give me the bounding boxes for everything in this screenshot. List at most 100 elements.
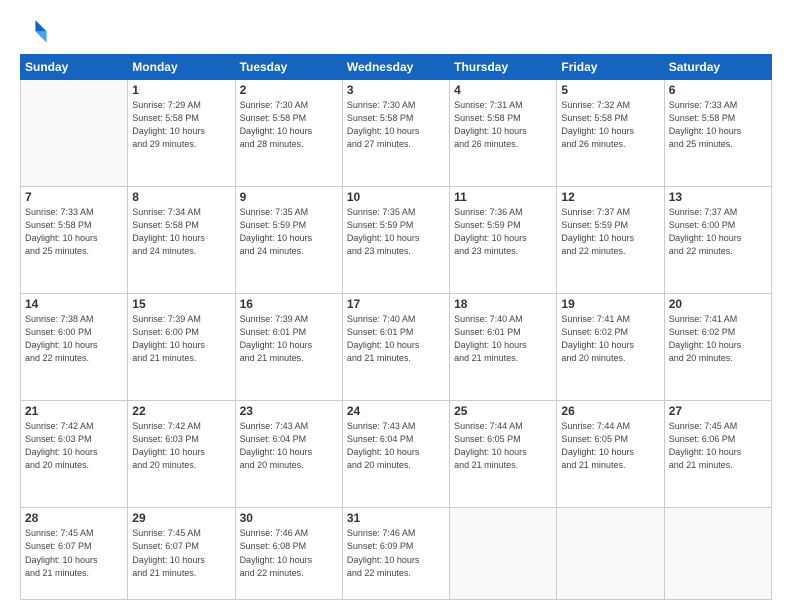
calendar-day-cell	[557, 508, 664, 600]
day-number: 4	[454, 83, 552, 97]
day-number: 8	[132, 190, 230, 204]
day-info: Sunrise: 7:39 AM Sunset: 6:01 PM Dayligh…	[240, 313, 338, 365]
calendar-day-cell: 23 Sunrise: 7:43 AM Sunset: 6:04 PM Dayli…	[235, 401, 342, 508]
calendar-day-cell: 28Sunrise: 7:45 AM Sunset: 6:07 PM Dayli…	[21, 508, 128, 600]
calendar-week-row: 1 Sunrise: 7:29 AM Sunset: 5:58 PM Daylig…	[21, 80, 772, 187]
calendar-day-cell	[450, 508, 557, 600]
day-info: Sunrise: 7:36 AM Sunset: 5:59 PM Dayligh…	[454, 206, 552, 258]
weekday-header: Monday	[128, 55, 235, 80]
day-number: 26	[561, 404, 659, 418]
day-info: Sunrise: 7:44 AM Sunset: 6:05 PM Dayligh…	[561, 420, 659, 472]
calendar-day-cell: 7 Sunrise: 7:33 AM Sunset: 5:58 PM Daylig…	[21, 187, 128, 294]
weekday-header: Friday	[557, 55, 664, 80]
day-info: Sunrise: 7:41 AM Sunset: 6:02 PM Dayligh…	[669, 313, 767, 365]
day-number: 5	[561, 83, 659, 97]
logo-icon	[20, 16, 48, 44]
day-number: 11	[454, 190, 552, 204]
calendar-day-cell: 17 Sunrise: 7:40 AM Sunset: 6:01 PM Dayli…	[342, 294, 449, 401]
day-number: 16	[240, 297, 338, 311]
day-number: 28	[25, 511, 123, 525]
day-info: Sunrise: 7:32 AM Sunset: 5:58 PM Dayligh…	[561, 99, 659, 151]
calendar-day-cell: 14Sunrise: 7:38 AM Sunset: 6:00 PM Dayli…	[21, 294, 128, 401]
day-info: Sunrise: 7:30 AM Sunset: 5:58 PM Dayligh…	[347, 99, 445, 151]
day-info: Sunrise: 7:43 AM Sunset: 6:04 PM Dayligh…	[347, 420, 445, 472]
day-number: 10	[347, 190, 445, 204]
day-number: 7	[25, 190, 123, 204]
day-info: Sunrise: 7:37 AM Sunset: 6:00 PM Dayligh…	[669, 206, 767, 258]
calendar-day-cell: 30 Sunrise: 7:46 AM Sunset: 6:08 PM Dayli…	[235, 508, 342, 600]
day-number: 29	[132, 511, 230, 525]
day-info: Sunrise: 7:40 AM Sunset: 6:01 PM Dayligh…	[347, 313, 445, 365]
calendar-day-cell: 24 Sunrise: 7:43 AM Sunset: 6:04 PM Dayli…	[342, 401, 449, 508]
calendar-day-cell: 3Sunrise: 7:30 AM Sunset: 5:58 PM Daylig…	[342, 80, 449, 187]
day-number: 20	[669, 297, 767, 311]
calendar-day-cell: 25 Sunrise: 7:44 AM Sunset: 6:05 PM Dayli…	[450, 401, 557, 508]
calendar-day-cell: 15 Sunrise: 7:39 AM Sunset: 6:00 PM Dayli…	[128, 294, 235, 401]
calendar-day-cell	[21, 80, 128, 187]
calendar-day-cell: 4 Sunrise: 7:31 AM Sunset: 5:58 PM Daylig…	[450, 80, 557, 187]
day-number: 12	[561, 190, 659, 204]
calendar-day-cell: 26 Sunrise: 7:44 AM Sunset: 6:05 PM Dayli…	[557, 401, 664, 508]
day-info: Sunrise: 7:34 AM Sunset: 5:58 PM Dayligh…	[132, 206, 230, 258]
calendar-day-cell: 8 Sunrise: 7:34 AM Sunset: 5:58 PM Daylig…	[128, 187, 235, 294]
day-info: Sunrise: 7:46 AM Sunset: 6:08 PM Dayligh…	[240, 527, 338, 579]
calendar-header-row: SundayMondayTuesdayWednesdayThursdayFrid…	[21, 55, 772, 80]
calendar-day-cell: 6Sunrise: 7:33 AM Sunset: 5:58 PM Daylig…	[664, 80, 771, 187]
day-number: 14	[25, 297, 123, 311]
calendar-day-cell: 22 Sunrise: 7:42 AM Sunset: 6:03 PM Dayli…	[128, 401, 235, 508]
day-number: 19	[561, 297, 659, 311]
calendar-week-row: 14Sunrise: 7:38 AM Sunset: 6:00 PM Dayli…	[21, 294, 772, 401]
day-info: Sunrise: 7:37 AM Sunset: 5:59 PM Dayligh…	[561, 206, 659, 258]
day-number: 24	[347, 404, 445, 418]
calendar-day-cell: 10 Sunrise: 7:35 AM Sunset: 5:59 PM Dayli…	[342, 187, 449, 294]
calendar-day-cell	[664, 508, 771, 600]
day-number: 17	[347, 297, 445, 311]
day-info: Sunrise: 7:43 AM Sunset: 6:04 PM Dayligh…	[240, 420, 338, 472]
calendar-day-cell: 20 Sunrise: 7:41 AM Sunset: 6:02 PM Dayli…	[664, 294, 771, 401]
day-number: 22	[132, 404, 230, 418]
calendar-day-cell: 29 Sunrise: 7:45 AM Sunset: 6:07 PM Dayli…	[128, 508, 235, 600]
day-info: Sunrise: 7:42 AM Sunset: 6:03 PM Dayligh…	[25, 420, 123, 472]
day-number: 13	[669, 190, 767, 204]
day-info: Sunrise: 7:35 AM Sunset: 5:59 PM Dayligh…	[347, 206, 445, 258]
weekday-header: Wednesday	[342, 55, 449, 80]
calendar-day-cell: 19 Sunrise: 7:41 AM Sunset: 6:02 PM Dayli…	[557, 294, 664, 401]
day-number: 1	[132, 83, 230, 97]
day-info: Sunrise: 7:39 AM Sunset: 6:00 PM Dayligh…	[132, 313, 230, 365]
calendar-day-cell: 18Sunrise: 7:40 AM Sunset: 6:01 PM Dayli…	[450, 294, 557, 401]
calendar-table: SundayMondayTuesdayWednesdayThursdayFrid…	[20, 54, 772, 600]
calendar-day-cell: 1 Sunrise: 7:29 AM Sunset: 5:58 PM Daylig…	[128, 80, 235, 187]
day-info: Sunrise: 7:29 AM Sunset: 5:58 PM Dayligh…	[132, 99, 230, 151]
day-number: 23	[240, 404, 338, 418]
day-number: 15	[132, 297, 230, 311]
calendar-day-cell: 31 Sunrise: 7:46 AM Sunset: 6:09 PM Dayli…	[342, 508, 449, 600]
day-number: 30	[240, 511, 338, 525]
day-number: 2	[240, 83, 338, 97]
weekday-header: Saturday	[664, 55, 771, 80]
day-info: Sunrise: 7:41 AM Sunset: 6:02 PM Dayligh…	[561, 313, 659, 365]
calendar-day-cell: 13 Sunrise: 7:37 AM Sunset: 6:00 PM Dayli…	[664, 187, 771, 294]
calendar-week-row: 21 Sunrise: 7:42 AM Sunset: 6:03 PM Dayli…	[21, 401, 772, 508]
page: SundayMondayTuesdayWednesdayThursdayFrid…	[0, 0, 792, 612]
day-number: 31	[347, 511, 445, 525]
weekday-header: Sunday	[21, 55, 128, 80]
calendar-week-row: 7 Sunrise: 7:33 AM Sunset: 5:58 PM Daylig…	[21, 187, 772, 294]
calendar-week-row: 28 Sunrise: 7:45 AM Sunset: 6:07 PM Dayli…	[21, 508, 772, 600]
day-number: 27	[669, 404, 767, 418]
day-info: Sunrise: 7:45 AM Sunset: 6:07 PM Dayligh…	[132, 527, 230, 579]
day-info: Sunrise: 7:31 AM Sunset: 5:58 PM Dayligh…	[454, 99, 552, 151]
day-info: Sunrise: 7:33 AM Sunset: 5:58 PM Dayligh…	[25, 206, 123, 258]
day-info: Sunrise: 7:45 AM Sunset: 6:06 PM Dayligh…	[669, 420, 767, 472]
day-number: 21	[25, 404, 123, 418]
day-number: 25	[454, 404, 552, 418]
day-info: Sunrise: 7:40 AM Sunset: 6:01 PM Dayligh…	[454, 313, 552, 365]
weekday-header: Thursday	[450, 55, 557, 80]
calendar-day-cell: 27 Sunrise: 7:45 AM Sunset: 6:06 PM Dayli…	[664, 401, 771, 508]
day-info: Sunrise: 7:33 AM Sunset: 5:58 PM Dayligh…	[669, 99, 767, 151]
day-info: Sunrise: 7:46 AM Sunset: 6:09 PM Dayligh…	[347, 527, 445, 579]
calendar-day-cell: 2Sunrise: 7:30 AM Sunset: 5:58 PM Daylig…	[235, 80, 342, 187]
calendar-day-cell: 9Sunrise: 7:35 AM Sunset: 5:59 PM Daylig…	[235, 187, 342, 294]
day-info: Sunrise: 7:44 AM Sunset: 6:05 PM Dayligh…	[454, 420, 552, 472]
day-info: Sunrise: 7:42 AM Sunset: 6:03 PM Dayligh…	[132, 420, 230, 472]
day-number: 9	[240, 190, 338, 204]
